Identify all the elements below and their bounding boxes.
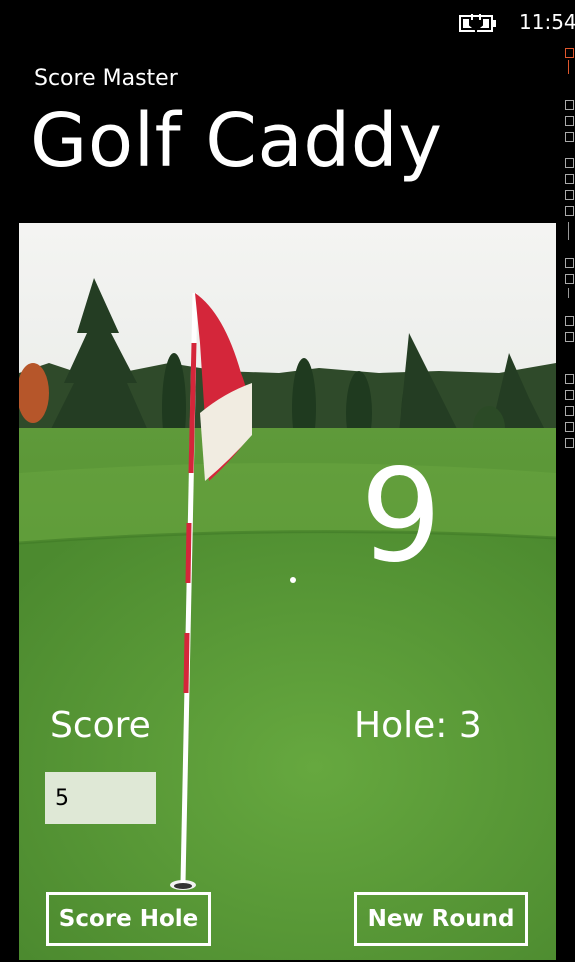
status-bar: 11:54	[0, 0, 575, 44]
edge-glyph	[565, 258, 574, 268]
edge-glyph	[565, 174, 574, 184]
edge-glyph	[565, 422, 574, 432]
edge-glyph	[565, 374, 574, 384]
edge-glyph	[565, 274, 574, 284]
score-label: Score	[50, 705, 151, 746]
new-round-button[interactable]: New Round	[354, 892, 528, 946]
par-number: 9	[360, 442, 442, 591]
edge-glyph	[565, 438, 574, 448]
edge-line	[568, 222, 569, 240]
edge-glyph	[565, 332, 574, 342]
golf-green-image	[19, 223, 556, 960]
phone-screen: 11:54 Score Master Golf Caddy 9 Score Ho…	[0, 0, 575, 962]
score-hole-button[interactable]: Score Hole	[46, 892, 211, 946]
edge-line	[568, 60, 569, 74]
edge-line	[568, 288, 569, 298]
edge-indicators	[562, 44, 575, 464]
status-time: 11:54	[519, 10, 575, 34]
edge-glyph	[565, 190, 574, 200]
edge-glyph	[565, 316, 574, 326]
edge-glyph	[565, 48, 574, 58]
edge-glyph	[565, 206, 574, 216]
app-name: Score Master	[34, 66, 178, 91]
hole-label: Hole: 3	[354, 705, 482, 746]
edge-glyph	[565, 406, 574, 416]
edge-glyph	[565, 390, 574, 400]
edge-glyph	[565, 116, 574, 126]
edge-glyph	[565, 158, 574, 168]
page-title: Golf Caddy	[30, 98, 443, 184]
golf-green-photo: 9 Score Hole: 3 Score Hole New Round	[19, 223, 556, 960]
score-input[interactable]	[45, 772, 156, 824]
edge-glyph	[565, 100, 574, 110]
edge-glyph	[565, 132, 574, 142]
battery-charging-icon	[459, 14, 496, 34]
